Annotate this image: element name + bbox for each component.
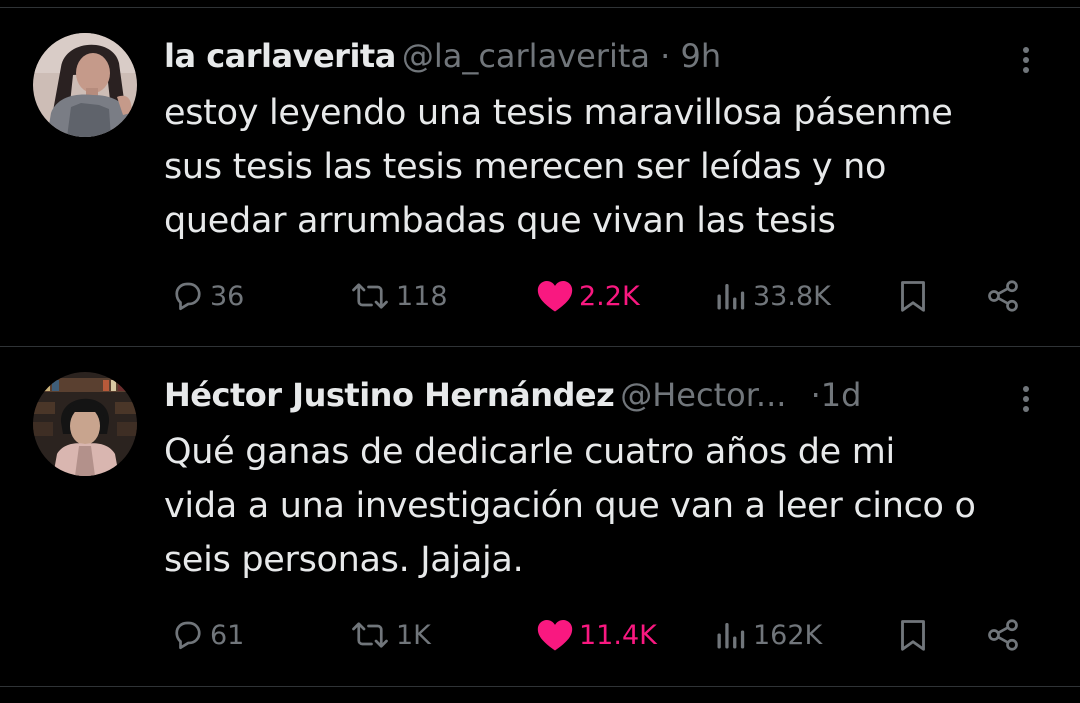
tweet-header: Héctor Justino Hernández @Hector... ·1d — [164, 373, 994, 417]
views-count: 162K — [753, 619, 823, 651]
tweet-text-line: quedar arrumbadas que vivan las tesis — [164, 201, 836, 241]
like-count: 2.2K — [579, 280, 640, 312]
avatar[interactable] — [33, 33, 137, 137]
bookmark-icon — [901, 281, 925, 312]
tweet-divider — [0, 686, 1080, 687]
author-name[interactable]: Héctor Justino Hernández — [164, 376, 615, 414]
reply-count: 61 — [210, 619, 245, 651]
reply-count: 36 — [210, 280, 245, 312]
retweet-icon — [352, 622, 388, 648]
views-button[interactable]: 162K — [713, 615, 822, 655]
tweet[interactable]: Héctor Justino Hernández @Hector... ·1d Q… — [0, 347, 1080, 685]
action-bar: 36 118 2.2K 33.8K — [0, 276, 1080, 316]
author-handle[interactable]: @la_carlaverita — [402, 37, 650, 75]
tweet-header: la carlaverita @la_carlaverita · 9h — [164, 34, 994, 78]
tweet-text-line: seis personas. Jajaja. — [164, 540, 524, 580]
views-bar-chart-icon — [717, 284, 745, 310]
share-button[interactable] — [984, 615, 1022, 655]
more-vertical-icon — [1023, 47, 1029, 73]
bookmark-icon — [901, 620, 925, 651]
separator-dot: · — [650, 37, 681, 75]
tweet-text-line: sus tesis las tesis merecen ser leídas y… — [164, 147, 887, 187]
profile-photo-man-bookshelf — [33, 372, 137, 476]
more-button[interactable] — [1010, 38, 1042, 78]
avatar[interactable] — [33, 372, 137, 476]
reply-button[interactable]: 61 — [170, 615, 244, 655]
retweet-count: 118 — [396, 280, 448, 312]
retweet-button[interactable]: 118 — [348, 276, 448, 316]
tweet-text-line: estoy leyendo una tesis maravillosa páse… — [164, 93, 953, 133]
author-name[interactable]: la carlaverita — [164, 37, 396, 75]
bookmark-button[interactable] — [895, 615, 931, 655]
share-icon — [988, 280, 1018, 312]
reply-icon — [175, 282, 201, 311]
tweet-text: estoy leyendo una tesis maravillosa páse… — [164, 86, 1064, 248]
timestamp[interactable]: 1d — [821, 376, 862, 414]
timestamp[interactable]: 9h — [681, 37, 722, 75]
views-bar-chart-icon — [717, 623, 745, 649]
tweet-text: Qué ganas de dedicarle cuatro años de mi… — [164, 425, 1064, 587]
author-handle[interactable]: @Hector... — [620, 376, 786, 414]
tweet-text-line: vida a una investigación que van a leer … — [164, 486, 976, 526]
share-button[interactable] — [984, 276, 1022, 316]
profile-photo-woman — [33, 33, 137, 137]
tweet[interactable]: la carlaverita @la_carlaverita · 9h estoy… — [0, 8, 1080, 346]
action-bar: 61 1K 11.4K 162K — [0, 615, 1080, 655]
heart-icon — [537, 619, 573, 651]
like-count: 11.4K — [579, 619, 657, 651]
tweet-text-line: Qué ganas de dedicarle cuatro años de mi — [164, 432, 895, 472]
more-button[interactable] — [1010, 377, 1042, 417]
like-button[interactable]: 11.4K — [535, 615, 657, 655]
share-icon — [988, 619, 1018, 651]
reply-icon — [175, 621, 201, 650]
views-button[interactable]: 33.8K — [713, 276, 831, 316]
like-button[interactable]: 2.2K — [535, 276, 640, 316]
reply-button[interactable]: 36 — [170, 276, 244, 316]
views-count: 33.8K — [753, 280, 831, 312]
retweet-button[interactable]: 1K — [348, 615, 431, 655]
retweet-icon — [352, 283, 388, 309]
bookmark-button[interactable] — [895, 276, 931, 316]
retweet-count: 1K — [396, 619, 431, 651]
more-vertical-icon — [1023, 386, 1029, 412]
separator-dot: · — [800, 376, 821, 414]
heart-icon — [537, 280, 573, 312]
